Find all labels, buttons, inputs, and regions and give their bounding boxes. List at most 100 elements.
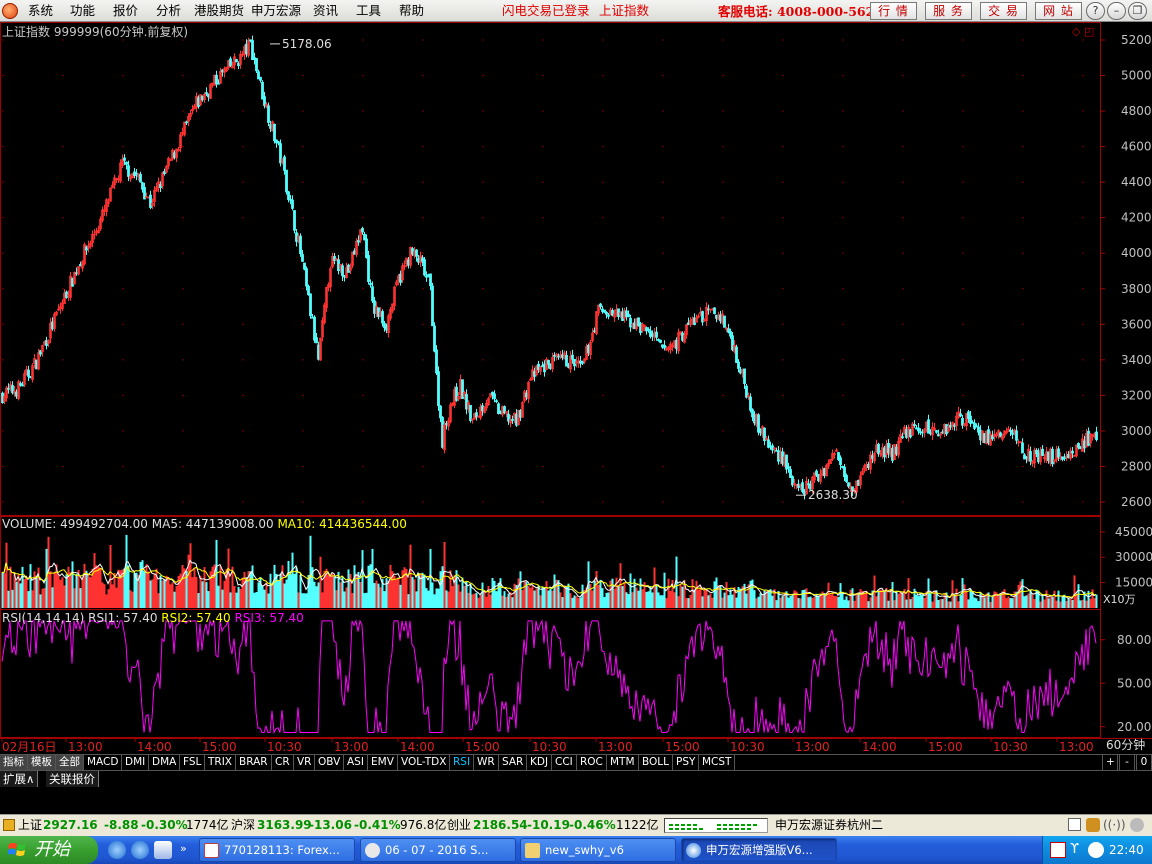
indicator-fsl[interactable]: FSL <box>180 755 206 770</box>
indicator-vr[interactable]: VR <box>294 755 316 770</box>
volume-bar <box>227 548 230 608</box>
related-quotes-tab[interactable]: 关联报价 <box>46 771 99 787</box>
indicator-asi[interactable]: ASI <box>344 755 368 770</box>
indicator-cr[interactable]: CR <box>272 755 294 770</box>
volume-bar <box>793 590 796 608</box>
task-browser[interactable]: 06 - 07 - 2016 S... <box>360 838 516 862</box>
menu-quote[interactable]: 报价 <box>113 3 138 19</box>
start-button[interactable]: 开始 <box>0 836 98 864</box>
indicator-tab-0[interactable]: 指标 <box>0 755 28 770</box>
volume-bar <box>517 578 520 608</box>
indicator-brar[interactable]: BRAR <box>236 755 272 770</box>
volume-bar <box>1007 596 1010 608</box>
volume-bar <box>21 566 24 608</box>
volume-bar <box>99 567 102 608</box>
volume-bar <box>93 553 96 608</box>
indicator-roc[interactable]: ROC <box>577 755 607 770</box>
indicator-sar[interactable]: SAR <box>499 755 528 770</box>
volume-bar <box>1027 593 1030 608</box>
indicator-obv[interactable]: OBV <box>315 755 345 770</box>
indicator-emv[interactable]: EMV <box>368 755 398 770</box>
price-panel-frame <box>0 22 1101 516</box>
indicator-control-0[interactable]: + <box>1102 755 1118 770</box>
nav-button-quotes[interactable]: 行 情 <box>870 2 917 20</box>
indicator-control-2[interactable]: 0 <box>1136 755 1152 770</box>
task-swhy[interactable]: 申万宏源增强版V6... <box>681 838 837 862</box>
nav-button-service[interactable]: 服 务 <box>925 2 972 20</box>
candle-body <box>663 345 666 349</box>
panel-toggle-icon[interactable]: ◇ ◰ <box>1072 25 1094 39</box>
volume-bar <box>579 597 582 608</box>
indicator-dmi[interactable]: DMI <box>122 755 150 770</box>
speaker-icon[interactable] <box>1130 818 1144 832</box>
signal-icon[interactable]: ((·)) <box>1103 815 1126 835</box>
volume-bar <box>991 595 994 608</box>
menu-swhy[interactable]: 申万宏源 <box>251 3 301 19</box>
indicator-mtm[interactable]: MTM <box>607 755 639 770</box>
volume-bar <box>383 591 386 608</box>
candle-body <box>299 235 302 255</box>
volume-bar <box>471 594 474 608</box>
menu-tools[interactable]: 工具 <box>356 3 381 19</box>
indicator-rsi[interactable]: RSI <box>450 755 475 770</box>
browser-icon[interactable] <box>131 841 149 859</box>
help-icon[interactable]: ? <box>1086 2 1105 20</box>
period-label[interactable]: 60分钟 <box>1106 738 1145 752</box>
quicklaunch-more-icon[interactable]: » <box>180 842 187 855</box>
minimize-icon[interactable]: – <box>1107 2 1126 20</box>
network-icon[interactable]: ϒ <box>1070 842 1086 858</box>
candle-body <box>1071 450 1074 454</box>
volume-bar <box>1095 594 1098 608</box>
candle-body <box>371 286 374 302</box>
volume-bar <box>331 573 334 608</box>
menu-hk-futures[interactable]: 港股期货 <box>194 3 244 19</box>
volume-bar <box>149 580 152 608</box>
volume-bar <box>989 601 992 608</box>
indicator-dma[interactable]: DMA <box>149 755 181 770</box>
menu-help[interactable]: 帮助 <box>399 3 424 19</box>
input-method-icon[interactable] <box>1050 842 1066 858</box>
volume-bar <box>131 591 134 608</box>
menu-analysis[interactable]: 分析 <box>156 3 181 19</box>
lock-icon[interactable] <box>1086 818 1100 832</box>
kline-chart[interactable]: 5200 5000 4800 4600 4400 4200 4000 3800 3600 3400… <box>0 22 1152 754</box>
volume-bar <box>1081 599 1084 608</box>
volume-bar <box>563 585 566 608</box>
restore-icon[interactable]: ❐ <box>1128 2 1147 20</box>
menu-info[interactable]: 资讯 <box>313 3 338 19</box>
indicator-cci[interactable]: CCI <box>552 755 577 770</box>
volume-bar <box>813 597 816 608</box>
app-tray-icon[interactable] <box>1088 842 1104 858</box>
indicator-boll[interactable]: BOLL <box>639 755 673 770</box>
indicator-vol-tdx[interactable]: VOL-TDX <box>398 755 451 770</box>
menu-system[interactable]: 系统 <box>28 3 53 19</box>
desktop-icon[interactable] <box>154 841 172 859</box>
notepad-icon[interactable] <box>1068 818 1081 831</box>
indicator-psy[interactable]: PSY <box>673 755 700 770</box>
nav-button-website[interactable]: 网 站 <box>1035 2 1082 20</box>
volume-bar <box>731 594 734 608</box>
volume-bar <box>729 589 732 608</box>
volume-bar <box>803 589 806 608</box>
indicator-mcst[interactable]: MCST <box>699 755 736 770</box>
volume-bar <box>429 548 432 608</box>
indicator-trix[interactable]: TRIX <box>205 755 236 770</box>
menu-function[interactable]: 功能 <box>70 3 95 19</box>
volume-bar <box>1051 596 1054 608</box>
indicator-control-1[interactable]: - <box>1119 755 1135 770</box>
nav-button-trade[interactable]: 交 易 <box>980 2 1027 20</box>
chart-area[interactable]: 5200 5000 4800 4600 4400 4200 4000 3800 3600 3400… <box>0 22 1152 754</box>
task-folder[interactable]: new_swhy_v6 <box>520 838 676 862</box>
indicator-tab-1[interactable]: 模板 <box>28 755 56 770</box>
task-forex[interactable]: 770128113: Forex... <box>199 838 355 862</box>
volume-bar <box>479 594 482 608</box>
indicator-kdj[interactable]: KDJ <box>527 755 553 770</box>
ie-icon[interactable] <box>108 841 126 859</box>
volume-bar <box>297 592 300 608</box>
indicator-macd[interactable]: MACD <box>84 755 123 770</box>
volume-bar <box>449 570 452 608</box>
indicator-tab-2[interactable]: 全部 <box>56 755 84 770</box>
candle-body <box>435 349 438 374</box>
indicator-wr[interactable]: WR <box>474 755 499 770</box>
expand-tab[interactable]: 扩展∧ <box>0 771 39 787</box>
